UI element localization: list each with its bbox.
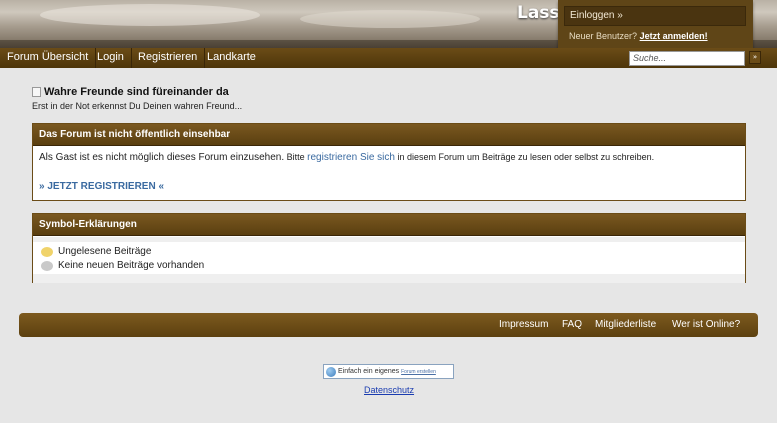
globe-icon <box>326 366 336 377</box>
new-user-prompt: Neuer Benutzer? Jetzt anmelden! <box>569 31 708 41</box>
notice-text-part1: Als Gast ist es nicht möglich dieses For… <box>39 152 285 163</box>
nav-map[interactable]: Landkarte <box>200 48 263 68</box>
forum-title-row: Wahre Freunde sind füreinander da <box>32 86 229 98</box>
cloud-decoration <box>40 4 260 26</box>
badge-text: Einfach ein eigenes <box>338 368 400 375</box>
notice-text-part2: Bitte <box>286 152 305 162</box>
legend-item-read: Keine neuen Beiträge vorhanden <box>41 260 204 271</box>
search-button[interactable]: » <box>749 51 761 64</box>
legend-item-unread: Ungelesene Beiträge <box>41 246 151 257</box>
notice-heading: Das Forum ist nicht öffentlich einsehbar <box>33 124 745 146</box>
read-bubble-icon <box>41 260 53 271</box>
login-button[interactable]: Einloggen » <box>564 6 746 26</box>
badge-link[interactable]: Forum erstellen <box>401 369 436 375</box>
login-panel: Einloggen » Neuer Benutzer? Jetzt anmeld… <box>558 0 753 49</box>
cloud-decoration <box>300 10 480 28</box>
footer-bar: Impressum FAQ Mitgliederliste Wer ist On… <box>19 313 758 337</box>
register-link[interactable]: registrieren Sie sich <box>307 152 395 163</box>
nav-forum-overview[interactable]: Forum Übersicht <box>0 48 97 68</box>
legend-label: Keine neuen Beiträge vorhanden <box>58 260 205 271</box>
legend-box: Symbol-Erklärungen Ungelesene Beiträge K… <box>32 213 746 283</box>
privacy-link[interactable]: Datenschutz <box>364 385 414 395</box>
unread-bubble-icon <box>41 246 53 257</box>
forum-host-badge[interactable]: Einfach ein eigenes Forum erstellen <box>323 364 454 379</box>
forum-title: Wahre Freunde sind füreinander da <box>44 86 229 98</box>
footer-link-imprint[interactable]: Impressum <box>499 313 548 337</box>
legend-label: Ungelesene Beiträge <box>58 246 152 257</box>
search-input[interactable]: Suche... <box>629 51 745 66</box>
legend-strip <box>33 237 745 242</box>
forum-icon <box>32 87 41 97</box>
forum-subtitle: Erst in der Not erkennst Du Deinen wahre… <box>32 101 243 111</box>
notice-text: Als Gast ist es nicht möglich dieses For… <box>39 152 654 163</box>
footer-link-memberlist[interactable]: Mitgliederliste <box>595 313 656 337</box>
notice-box: Das Forum ist nicht öffentlich einsehbar… <box>32 123 746 201</box>
register-now-link[interactable]: Jetzt anmelden! <box>640 31 708 41</box>
legend-heading: Symbol-Erklärungen <box>33 214 745 236</box>
new-user-text: Neuer Benutzer? <box>569 31 638 41</box>
nav-login[interactable]: Login <box>90 48 132 68</box>
footer-link-faq[interactable]: FAQ <box>562 313 582 337</box>
notice-text-part3: in diesem Forum um Beiträge zu lesen ode… <box>397 152 655 162</box>
legend-strip-bottom <box>33 274 745 283</box>
footer-link-who-online[interactable]: Wer ist Online? <box>672 313 740 337</box>
register-now-button[interactable]: » JETZT REGISTRIEREN « <box>39 181 164 192</box>
nav-register[interactable]: Registrieren <box>131 48 206 68</box>
